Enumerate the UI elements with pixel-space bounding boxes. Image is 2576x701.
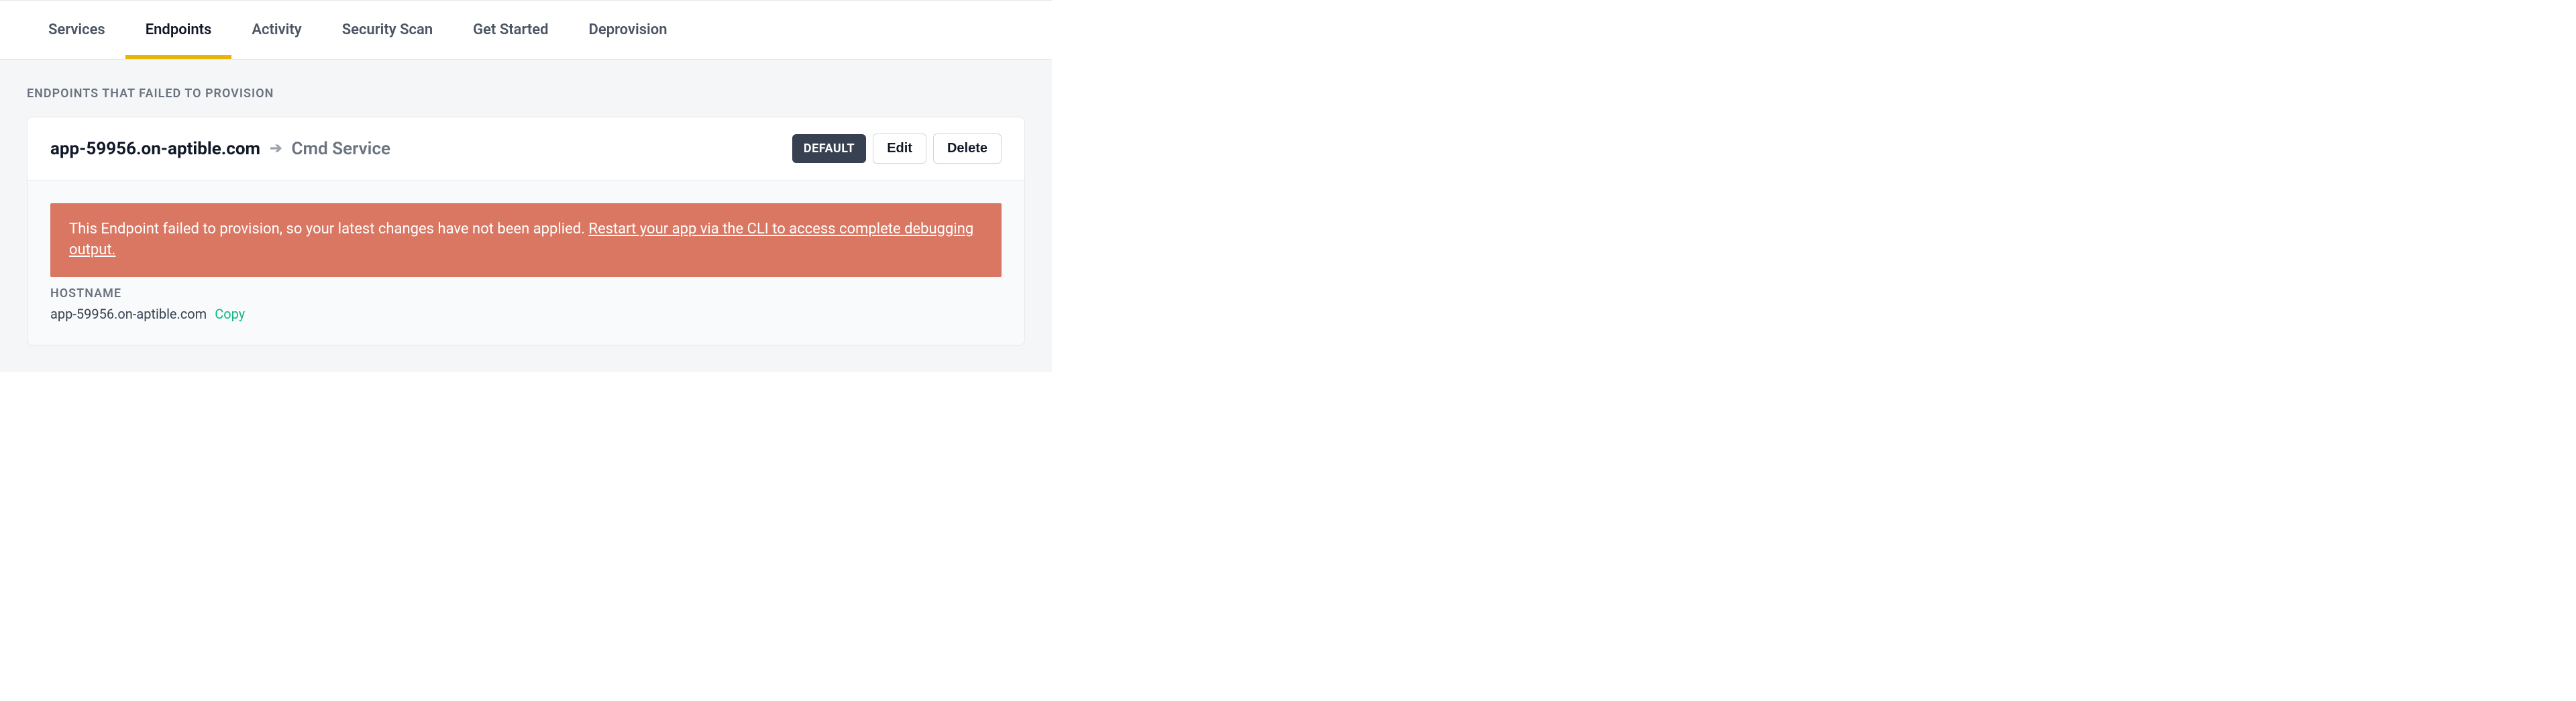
tab-bar: Services Endpoints Activity Security Sca… [0, 1, 1052, 60]
endpoint-service: Cmd Service [292, 139, 390, 159]
tab-security-scan[interactable]: Security Scan [342, 1, 433, 59]
delete-button[interactable]: Delete [933, 133, 1002, 164]
app-frame: Services Endpoints Activity Security Sca… [0, 0, 1052, 372]
tab-services[interactable]: Services [48, 1, 105, 59]
section-title: ENDPOINTS THAT FAILED TO PROVISION [27, 87, 1025, 101]
card-actions: DEFAULT Edit Delete [792, 133, 1002, 164]
hostname-label: HOSTNAME [50, 286, 1002, 301]
hostname-row: app-59956.on-aptible.com Copy [50, 306, 1002, 322]
tab-endpoints[interactable]: Endpoints [146, 1, 212, 59]
hostname-value: app-59956.on-aptible.com [50, 306, 207, 322]
tab-get-started[interactable]: Get Started [473, 1, 548, 59]
provision-error-alert: This Endpoint failed to provision, so yo… [50, 203, 1002, 277]
arrow-icon: ➔ [270, 140, 282, 157]
card-header: app-59956.on-aptible.com ➔ Cmd Service D… [28, 117, 1024, 180]
card-title: app-59956.on-aptible.com ➔ Cmd Service [50, 139, 390, 159]
content-area: ENDPOINTS THAT FAILED TO PROVISION app-5… [0, 60, 1052, 372]
tab-activity[interactable]: Activity [252, 1, 301, 59]
edit-button[interactable]: Edit [873, 133, 926, 164]
alert-text: This Endpoint failed to provision, so yo… [69, 221, 588, 237]
card-body: This Endpoint failed to provision, so yo… [28, 180, 1024, 345]
tab-deprovision[interactable]: Deprovision [589, 1, 667, 59]
copy-link[interactable]: Copy [215, 306, 245, 322]
default-badge: DEFAULT [792, 134, 866, 163]
endpoint-card: app-59956.on-aptible.com ➔ Cmd Service D… [27, 117, 1025, 345]
endpoint-host: app-59956.on-aptible.com [50, 139, 260, 159]
